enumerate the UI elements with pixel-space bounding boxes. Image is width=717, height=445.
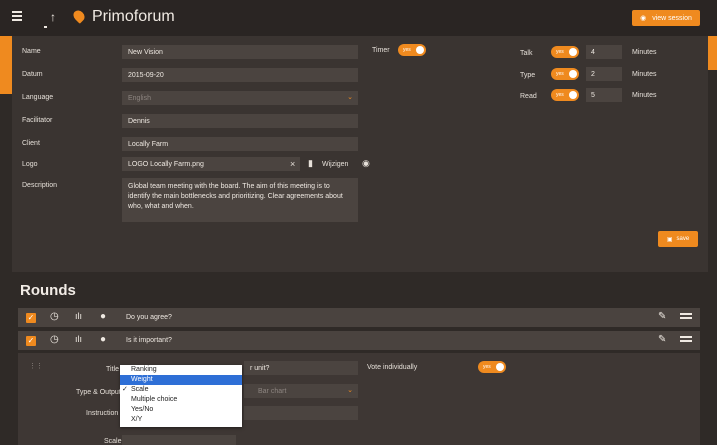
date-field[interactable]: 2015-09-20 xyxy=(122,68,358,82)
vote-individually-label: Vote individually xyxy=(367,364,418,371)
talk-minutes-label: Minutes xyxy=(632,49,657,56)
option-text: X/Y xyxy=(131,416,143,423)
language-value: English xyxy=(128,95,151,102)
toggle-text: yes xyxy=(556,71,564,77)
name-field[interactable]: New Vision xyxy=(122,45,358,59)
output-value: Bar chart xyxy=(258,388,287,395)
type-toggle[interactable]: yes xyxy=(551,68,579,80)
type-output-label: Type & Output xyxy=(76,389,121,396)
dropdown-option-highlighted[interactable]: Weight xyxy=(120,375,242,385)
scale-field[interactable] xyxy=(122,435,236,445)
language-label: Language xyxy=(22,94,54,101)
read-toggle[interactable]: yes xyxy=(551,89,579,101)
change-logo-link[interactable]: Wijzigen xyxy=(322,161,348,168)
instruction-label: Instruction xyxy=(86,410,119,417)
timer-toggle[interactable]: yes xyxy=(398,44,426,56)
dropdown-option[interactable]: Multiple choice xyxy=(120,395,242,405)
save-label: save xyxy=(676,236,690,242)
user-icon[interactable]: ● xyxy=(100,334,106,345)
read-minutes-label: Minutes xyxy=(632,92,657,99)
dropdown-option[interactable]: Ranking xyxy=(120,365,242,375)
clear-icon[interactable]: × xyxy=(290,159,295,169)
instruction-field[interactable] xyxy=(244,406,358,420)
logo-label: Logo xyxy=(22,161,38,168)
option-text: Weight xyxy=(131,376,153,383)
round-row[interactable]: ✓ ◷ ılı ● Do you agree? ✎ xyxy=(18,308,700,327)
date-label: Datum xyxy=(22,71,43,78)
arrow-up-icon[interactable]: ↑ xyxy=(50,10,56,24)
round-title-field[interactable]: r unit? xyxy=(244,361,358,375)
talk-toggle[interactable]: yes xyxy=(551,46,579,58)
read-label: Read xyxy=(520,93,537,100)
description-label: Description xyxy=(22,182,58,189)
option-text: Multiple choice xyxy=(131,396,178,403)
pencil-icon[interactable]: ✎ xyxy=(658,311,666,322)
language-select[interactable]: English ⌄ xyxy=(122,91,358,105)
round-question: Do you agree? xyxy=(126,314,172,321)
name-label: Name xyxy=(22,48,41,55)
timer-label: Timer xyxy=(372,47,390,54)
eye-icon: ◉ xyxy=(640,15,647,22)
rounds-title: Rounds xyxy=(20,282,76,299)
scale-label: Scale xyxy=(104,438,122,445)
option-text: Scale xyxy=(131,386,149,393)
type-minutes-input[interactable]: 2 xyxy=(586,67,622,81)
toggle-text: yes xyxy=(403,47,411,53)
user-icon[interactable]: ● xyxy=(100,311,106,322)
client-field[interactable]: Locally Farm xyxy=(122,137,358,151)
checkmark-icon[interactable]: ✓ xyxy=(26,313,36,323)
logo-field[interactable]: LOGO Locally Farm.png xyxy=(122,157,300,171)
facilitator-label: Facilitator xyxy=(22,117,53,124)
option-text: Ranking xyxy=(131,366,157,373)
view-session-label: view session xyxy=(652,14,692,22)
toggle-knob xyxy=(569,70,577,78)
type-label: Type xyxy=(520,72,536,79)
save-button[interactable]: ▣ save xyxy=(658,231,698,247)
save-icon: ▣ xyxy=(666,236,673,243)
menu-icon[interactable] xyxy=(12,11,22,21)
client-label: Client xyxy=(22,140,40,147)
round-row[interactable]: ✓ ◷ ılı ● Is it important? ✎ xyxy=(18,331,700,350)
description-field[interactable]: Global team meeting with the board. The … xyxy=(122,178,358,222)
chevron-down-icon: ⌄ xyxy=(347,387,353,394)
toggle-text: yes xyxy=(483,364,491,370)
toggle-text: yes xyxy=(556,92,564,98)
bar-chart-icon[interactable]: ılı xyxy=(75,334,82,344)
app-title: Primoforum xyxy=(92,8,175,25)
type-dropdown[interactable]: Ranking Weight ✓ Scale Multiple choice Ye… xyxy=(120,365,242,427)
dropdown-option[interactable]: Yes/No xyxy=(120,405,242,415)
dropdown-option[interactable]: X/Y xyxy=(120,415,242,425)
pencil-icon[interactable]: ✎ xyxy=(658,334,666,345)
dropdown-option-selected[interactable]: ✓ Scale xyxy=(120,385,242,395)
output-select[interactable]: Bar chart ⌄ xyxy=(252,384,358,398)
eye-icon[interactable]: ◉ xyxy=(362,158,370,169)
option-text: Yes/No xyxy=(131,406,154,413)
dash-mark xyxy=(44,26,47,28)
timer-icon[interactable]: ◷ xyxy=(50,334,59,345)
checkmark-icon: ✓ xyxy=(122,386,128,393)
facilitator-field[interactable]: Dennis xyxy=(122,114,358,128)
talk-label: Talk xyxy=(520,50,533,57)
toggle-knob xyxy=(496,363,504,371)
toggle-knob xyxy=(569,91,577,99)
drag-handle-icon[interactable] xyxy=(680,313,692,321)
round-question: Is it important? xyxy=(126,337,172,344)
talk-minutes-input[interactable]: 4 xyxy=(586,45,622,59)
toggle-knob xyxy=(569,48,577,56)
round-title-label: Title xyxy=(106,366,119,373)
chevron-down-icon: ⌄ xyxy=(347,94,353,101)
type-minutes-label: Minutes xyxy=(632,71,657,78)
toggle-text: yes xyxy=(556,49,564,55)
view-session-button[interactable]: ◉ view session xyxy=(632,10,700,26)
bar-chart-icon[interactable]: ılı xyxy=(75,311,82,321)
toggle-knob xyxy=(416,46,424,54)
read-minutes-input[interactable]: 5 xyxy=(586,88,622,102)
drag-handle-icon[interactable] xyxy=(680,336,692,344)
checkmark-icon[interactable]: ✓ xyxy=(26,336,36,346)
timer-icon[interactable]: ◷ xyxy=(50,311,59,322)
drag-dots-icon[interactable]: ⋮⋮ xyxy=(29,362,43,370)
vote-individually-toggle[interactable]: yes xyxy=(478,361,506,373)
file-icon: ▮ xyxy=(308,158,313,168)
